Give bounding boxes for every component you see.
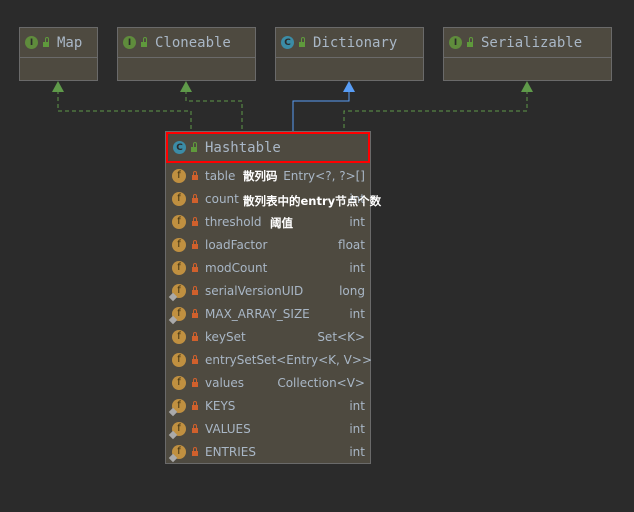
field-name: MAX_ARRAY_SIZE [205, 306, 310, 321]
field-name: KEYS [205, 398, 236, 413]
static-field-icon: f [172, 283, 186, 298]
class-name: Dictionary [313, 34, 398, 51]
class-map[interactable]: I Map [19, 27, 98, 81]
class-cloneable[interactable]: I Cloneable [117, 27, 256, 81]
field-row[interactable]: f keySet Set<K> [166, 325, 370, 348]
private-lock-icon [192, 308, 198, 318]
field-type: Entry<?, ?>[] [283, 168, 365, 183]
private-lock-icon [192, 262, 198, 272]
static-field-icon: f [172, 306, 186, 321]
field-row[interactable]: f entrySet Set<Entry<K, V>> [166, 348, 372, 371]
field-row[interactable]: f threshold int [166, 210, 370, 233]
private-lock-icon [192, 354, 198, 364]
static-field-icon: f [172, 398, 186, 413]
abstract-class-icon: C [281, 36, 294, 49]
private-lock-icon [192, 446, 198, 456]
map-implements-line [57, 90, 192, 131]
class-name: Cloneable [155, 34, 231, 51]
private-lock-icon [192, 239, 198, 249]
dictionary-extends-line [292, 90, 350, 131]
field-icon: f [172, 375, 186, 390]
field-type: int [349, 444, 365, 459]
interface-icon: I [123, 36, 136, 49]
class-header-highlighted: C Hashtable [166, 132, 370, 163]
cloneable-implements-line [185, 90, 243, 131]
serializable-arrowhead [521, 81, 533, 92]
cloneable-arrowhead [180, 81, 192, 92]
private-lock-icon [192, 285, 198, 295]
dictionary-arrowhead [343, 81, 355, 92]
class-name: Serializable [481, 34, 583, 51]
static-field-icon: f [172, 444, 186, 459]
annotation-threshold: 阈值 [270, 216, 293, 230]
field-type: long [339, 283, 365, 298]
private-lock-icon [192, 193, 198, 203]
field-name: entrySet [205, 352, 257, 367]
field-row[interactable]: f ENTRIES int [166, 440, 370, 463]
field-row[interactable]: f VALUES int [166, 417, 370, 440]
field-row[interactable]: f serialVersionUID long [166, 279, 370, 302]
field-name: values [205, 375, 245, 390]
field-type: int [349, 421, 365, 436]
field-icon: f [172, 191, 186, 206]
annotation-table: 散列码 [243, 169, 278, 183]
private-lock-icon [192, 216, 198, 226]
public-icon [467, 36, 473, 47]
public-icon [141, 36, 147, 47]
public-icon [299, 36, 305, 47]
field-icon: f [172, 352, 186, 367]
public-icon [191, 141, 197, 152]
private-lock-icon [192, 377, 198, 387]
field-name: loadFactor [205, 237, 268, 252]
field-row[interactable]: f MAX_ARRAY_SIZE int [166, 302, 370, 325]
private-lock-icon [192, 331, 198, 341]
field-type: Set<K> [317, 329, 365, 344]
field-type: int [349, 398, 365, 413]
class-icon: C [173, 141, 186, 154]
class-dictionary[interactable]: C Dictionary [275, 27, 424, 81]
class-name: Hashtable [205, 139, 281, 156]
field-icon: f [172, 260, 186, 275]
field-row[interactable]: f values Collection<V> [166, 371, 370, 394]
annotation-count: 散列表中的entry节点个数 [243, 194, 382, 208]
public-icon [43, 36, 49, 47]
field-name: VALUES [205, 421, 251, 436]
field-row[interactable]: f loadFactor float [166, 233, 370, 256]
class-serializable[interactable]: I Serializable [443, 27, 612, 81]
field-type: float [338, 237, 365, 252]
field-name: modCount [205, 260, 268, 275]
field-icon: f [172, 168, 186, 183]
class-name: Map [57, 34, 83, 51]
field-type: Collection<V> [277, 375, 365, 390]
field-name: keySet [205, 329, 246, 344]
field-type: int [349, 306, 365, 321]
field-icon: f [172, 237, 186, 252]
private-lock-icon [192, 423, 198, 433]
serializable-implements-line [343, 90, 528, 131]
private-lock-icon [192, 400, 198, 410]
field-type: Set<Entry<K, V>> [256, 352, 372, 367]
static-field-icon: f [172, 421, 186, 436]
field-row[interactable]: f KEYS int [166, 394, 370, 417]
field-icon: f [172, 329, 186, 344]
field-icon: f [172, 214, 186, 229]
field-name: ENTRIES [205, 444, 256, 459]
field-row[interactable]: f modCount int [166, 256, 370, 279]
interface-icon: I [25, 36, 38, 49]
field-type: int [349, 260, 365, 275]
private-lock-icon [192, 170, 198, 180]
map-arrowhead [52, 81, 64, 92]
field-type: int [349, 214, 365, 229]
field-name: serialVersionUID [205, 283, 304, 298]
interface-icon: I [449, 36, 462, 49]
